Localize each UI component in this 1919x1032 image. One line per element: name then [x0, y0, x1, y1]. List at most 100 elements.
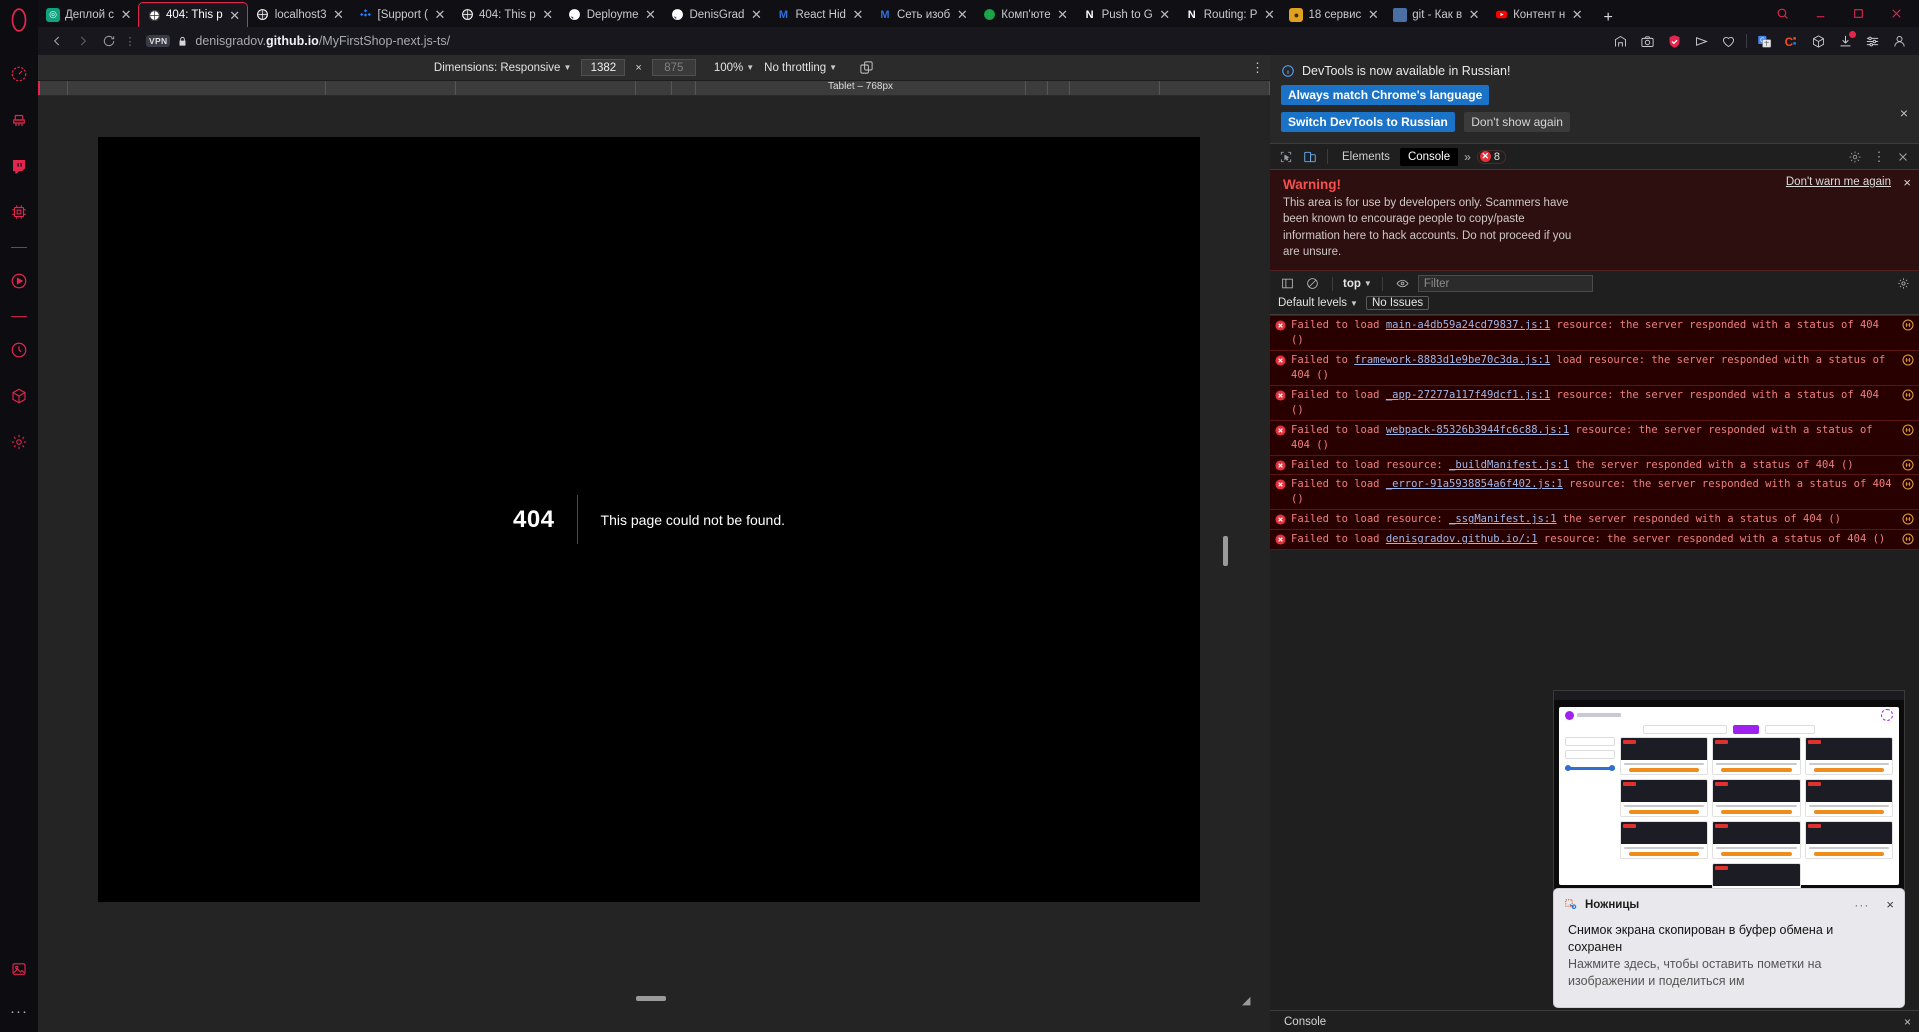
switch-to-russian-button[interactable]: Switch DevTools to Russian — [1281, 112, 1455, 132]
zoom-dropdown[interactable]: 100% ▼ — [714, 62, 754, 74]
heart-icon[interactable] — [1715, 28, 1742, 54]
height-input[interactable]: 875 — [651, 59, 696, 76]
translate-icon[interactable]: G — [1751, 28, 1778, 54]
devtools-drawer-tab[interactable]: Console × — [1270, 1010, 1919, 1032]
tab-close-icon[interactable]: ✕ — [955, 8, 969, 21]
page-menu-icon[interactable]: ⋮ — [122, 35, 138, 48]
console-error-row[interactable]: Failed to framework-8883d1e9be70c3da.js:… — [1270, 351, 1919, 386]
back-button[interactable] — [44, 28, 70, 54]
browser-tab[interactable]: M Сеть изоб ✕ — [870, 2, 974, 27]
tab-console[interactable]: Console — [1399, 147, 1459, 166]
source-link[interactable]: _buildManifest.js:1 — [1449, 459, 1569, 471]
box-icon[interactable] — [6, 383, 32, 409]
rotate-icon[interactable] — [859, 60, 874, 75]
live-expression-icon[interactable] — [1393, 274, 1412, 293]
console-error-row[interactable]: Failed to load main-a4db59a24cd79837.js:… — [1270, 315, 1919, 352]
browser-tab[interactable]: ● 18 сервис ✕ — [1281, 2, 1385, 27]
tab-close-icon[interactable]: ✕ — [119, 8, 133, 21]
filter-input[interactable]: Filter — [1417, 275, 1593, 293]
more-tabs-icon[interactable]: » — [1460, 150, 1475, 164]
history-icon[interactable] — [6, 337, 32, 363]
console-error-row[interactable]: Failed to load denisgradov.github.io/:1 … — [1270, 530, 1919, 551]
throttling-dropdown[interactable]: No throttling ▼ — [764, 62, 837, 74]
clipboard-c-icon[interactable]: C — [1778, 28, 1805, 54]
more-horizontal-icon[interactable]: ··· — [6, 998, 32, 1024]
snipping-tool-toast[interactable]: Ножницы ··· × Снимок экрана скопирован в… — [1553, 888, 1905, 1008]
settings-icon[interactable] — [6, 429, 32, 455]
twitch-icon[interactable] — [6, 153, 32, 179]
viewport-resize-handle-bottom[interactable] — [636, 996, 666, 1001]
console-filter-bar[interactable]: top ▼ Filter Default levels ▼ No Issues — [1270, 271, 1919, 316]
tab-close-icon[interactable]: ✕ — [1467, 8, 1481, 21]
search-icon[interactable] — [1763, 0, 1801, 26]
browser-sidebar[interactable]: ··· — [0, 0, 38, 1032]
width-input[interactable]: 1382 — [581, 59, 626, 76]
console-error-row[interactable]: Failed to load _app-27277a117f49dcf1.js:… — [1270, 385, 1919, 421]
gear-icon[interactable] — [1894, 274, 1913, 293]
error-count-badge[interactable]: ✕ 8 — [1476, 149, 1506, 164]
browser-tab[interactable]: DenisGrad ✕ — [662, 2, 768, 27]
screenshot-icon[interactable] — [1634, 28, 1661, 54]
devtools-tab-bar[interactable]: Elements Console » ✕ 8 ⋮ — [1270, 144, 1919, 170]
tab-close-icon[interactable]: ✕ — [749, 8, 763, 21]
window-controls[interactable] — [1763, 0, 1915, 26]
dont-show-again-button[interactable]: Don't show again — [1464, 112, 1570, 132]
browser-tab[interactable]: Контент н ✕ — [1486, 2, 1589, 27]
console-issue-icon[interactable] — [1902, 512, 1916, 525]
source-link[interactable]: _app-27277a117f49dcf1.js:1 — [1386, 389, 1550, 401]
shield-check-icon[interactable] — [1661, 28, 1688, 54]
sidebar-bottom-group[interactable]: ··· — [0, 940, 38, 1024]
clear-console-icon[interactable] — [1303, 274, 1322, 293]
console-issue-icon[interactable] — [1902, 423, 1916, 436]
console-issue-icon[interactable] — [1902, 388, 1916, 401]
console-error-row[interactable]: Failed to load webpack-85326b3944fc6c88.… — [1270, 420, 1919, 456]
devtools-close-icon[interactable] — [1892, 146, 1914, 168]
toast-more-icon[interactable]: ··· — [1854, 898, 1869, 912]
devtools-tab-actions[interactable]: ⋮ — [1844, 146, 1919, 168]
browser-tab[interactable]: N Routing: P ✕ — [1177, 2, 1282, 27]
console-error-row[interactable]: Failed to load _error-91a5938854a6f402.j… — [1270, 475, 1919, 511]
vpn-badge[interactable]: VPN — [146, 35, 171, 47]
console-message-list[interactable]: Failed to load main-a4db59a24cd79837.js:… — [1270, 315, 1919, 551]
downloads-icon[interactable] — [1832, 28, 1859, 54]
issues-button[interactable]: No Issues — [1365, 296, 1430, 311]
console-issue-icon[interactable] — [1902, 318, 1916, 331]
more-vertical-icon[interactable]: ⋮ — [1868, 146, 1890, 168]
source-link[interactable]: _error-91a5938854a6f402.js:1 — [1386, 478, 1563, 490]
source-link[interactable]: webpack-85326b3944fc6c88.js:1 — [1386, 424, 1569, 436]
browser-tab[interactable]: git - Как в ✕ — [1385, 2, 1486, 27]
browser-tab[interactable]: [Support ( ✕ — [351, 2, 453, 27]
console-issue-icon[interactable] — [1902, 477, 1916, 490]
forward-button[interactable] — [70, 28, 96, 54]
device-toolbar[interactable]: Dimensions: Responsive ▼ 1382 × 875 100% ▼… — [38, 55, 1270, 81]
settings-sliders-icon[interactable] — [1859, 28, 1886, 54]
notice-close-icon[interactable]: × — [1900, 105, 1908, 121]
device-toolbar-icon[interactable] — [1299, 146, 1321, 168]
lock-icon[interactable] — [177, 35, 188, 48]
cpu-icon[interactable] — [6, 199, 32, 225]
source-link[interactable]: framework-8883d1e9be70c3da.js:1 — [1354, 354, 1550, 366]
console-issue-icon[interactable] — [1902, 532, 1916, 545]
address-bar[interactable]: ⋮ VPN denisgradov.github.io/MyFirstShop-… — [38, 27, 1919, 55]
warning-close-icon[interactable]: × — [1903, 175, 1911, 190]
console-error-row[interactable]: Failed to load resource: _ssgManifest.js… — [1270, 510, 1919, 531]
tab-close-icon[interactable]: ✕ — [851, 8, 865, 21]
send-icon[interactable] — [1688, 28, 1715, 54]
always-match-language-button[interactable]: Always match Chrome's language — [1281, 85, 1490, 105]
dimensions-dropdown[interactable]: Dimensions: Responsive ▼ — [434, 62, 571, 74]
browser-tab[interactable]: Комп'юте ✕ — [974, 2, 1074, 27]
speed-dial-icon[interactable] — [6, 61, 32, 87]
cube-icon[interactable] — [1805, 28, 1832, 54]
browser-tab[interactable]: ◎ Деплой с ✕ — [38, 2, 138, 27]
log-levels-dropdown[interactable]: Default levels ▼ — [1278, 297, 1358, 309]
context-selector[interactable]: top ▼ — [1343, 278, 1372, 290]
extension-pin-icon[interactable] — [1607, 28, 1634, 54]
browser-tab[interactable]: Deployme ✕ — [560, 2, 663, 27]
tab-close-icon[interactable]: ✕ — [433, 8, 447, 21]
gallery-icon[interactable] — [6, 956, 32, 982]
screenshot-preview-thumbnail[interactable] — [1553, 690, 1905, 898]
reload-button[interactable] — [96, 28, 122, 54]
viewport-ruler[interactable]: Tablet – 768px — [38, 81, 1270, 96]
source-link[interactable]: denisgradov.github.io/:1 — [1386, 533, 1538, 545]
console-issue-icon[interactable] — [1902, 458, 1916, 471]
